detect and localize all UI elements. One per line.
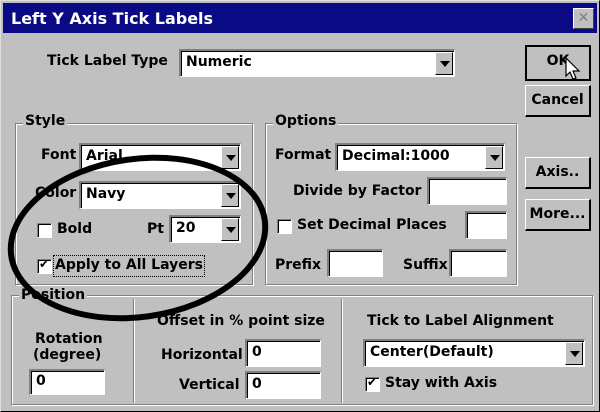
stay-with-axis-label: Stay with Axis (385, 375, 498, 391)
mouse-cursor-icon (565, 57, 581, 80)
tick-label-type-value: Numeric (186, 54, 252, 70)
set-decimal-places-label: Set Decimal Places (297, 217, 447, 233)
divide-by-factor-input[interactable] (427, 177, 507, 205)
vertical-label: Vertical (179, 377, 240, 393)
horizontal-input[interactable]: 0 (245, 339, 321, 367)
prefix-input[interactable] (327, 249, 383, 277)
apply-all-layers-checkbox[interactable] (37, 257, 52, 274)
chevron-down-icon[interactable] (485, 146, 503, 169)
position-group-title: Position (19, 287, 88, 303)
chevron-down-icon[interactable] (221, 184, 239, 207)
divider (133, 299, 134, 403)
ok-button[interactable]: OK (525, 45, 591, 81)
title-bar[interactable]: Left Y Axis Tick Labels ✕ (3, 3, 597, 33)
chevron-down-icon[interactable] (565, 342, 583, 365)
suffix-label: Suffix (403, 257, 448, 273)
offset-label: Offset in % point size (157, 313, 325, 329)
chevron-down-icon[interactable] (435, 52, 453, 75)
style-group-title: Style (23, 113, 68, 129)
dialog-window: Left Y Axis Tick Labels ✕ Tick Label Typ… (0, 0, 600, 412)
tick-label-type-label: Tick Label Type (47, 53, 168, 69)
divide-by-factor-label: Divide by Factor (293, 183, 422, 199)
bold-label: Bold (57, 221, 93, 237)
chevron-down-icon[interactable] (221, 218, 239, 241)
vertical-value: 0 (252, 376, 262, 392)
color-label: Color (35, 185, 77, 201)
pt-label: Pt (147, 221, 164, 237)
format-value: Decimal:1000 (342, 148, 450, 164)
horizontal-value: 0 (252, 344, 262, 360)
more-button-label: More... (529, 206, 586, 222)
font-value: Arial (86, 148, 123, 164)
prefix-label: Prefix (275, 257, 322, 273)
rotation-value: 0 (36, 373, 46, 389)
bold-checkbox[interactable] (37, 223, 52, 238)
window-title: Left Y Axis Tick Labels (11, 9, 214, 28)
decimal-places-input[interactable] (465, 211, 507, 239)
more-button[interactable]: More... (525, 199, 591, 231)
alignment-select[interactable]: Center(Default) (363, 339, 585, 367)
tick-to-label-alignment-label: Tick to Label Alignment (367, 313, 554, 329)
chevron-down-icon[interactable] (221, 146, 239, 169)
format-select[interactable]: Decimal:1000 (335, 143, 505, 171)
axis-button-label: Axis.. (535, 164, 580, 180)
rotation-label: Rotation (35, 331, 103, 347)
cancel-button[interactable]: Cancel (525, 85, 591, 117)
set-decimal-places-checkbox[interactable] (277, 219, 292, 234)
tick-label-type-select[interactable]: Numeric (179, 49, 455, 77)
color-select[interactable]: Navy (79, 181, 241, 209)
axis-button[interactable]: Axis.. (525, 157, 591, 189)
stay-with-axis-checkbox[interactable] (365, 375, 380, 392)
pt-value: 20 (176, 220, 196, 236)
horizontal-label: Horizontal (161, 347, 243, 363)
rotation-unit-label: (degree) (33, 347, 102, 363)
focus-rectangle (53, 255, 205, 277)
close-icon[interactable]: ✕ (573, 8, 594, 29)
alignment-value: Center(Default) (370, 344, 494, 360)
options-group-title: Options (273, 113, 339, 129)
cancel-button-label: Cancel (531, 92, 584, 108)
font-label: Font (41, 147, 77, 163)
vertical-input[interactable]: 0 (245, 371, 321, 399)
rotation-input[interactable]: 0 (29, 369, 105, 395)
font-select[interactable]: Arial (79, 143, 241, 171)
pt-select[interactable]: 20 (169, 215, 241, 243)
color-value: Navy (86, 186, 126, 202)
divider (341, 299, 342, 403)
suffix-input[interactable] (449, 249, 507, 277)
format-label: Format (275, 147, 332, 163)
